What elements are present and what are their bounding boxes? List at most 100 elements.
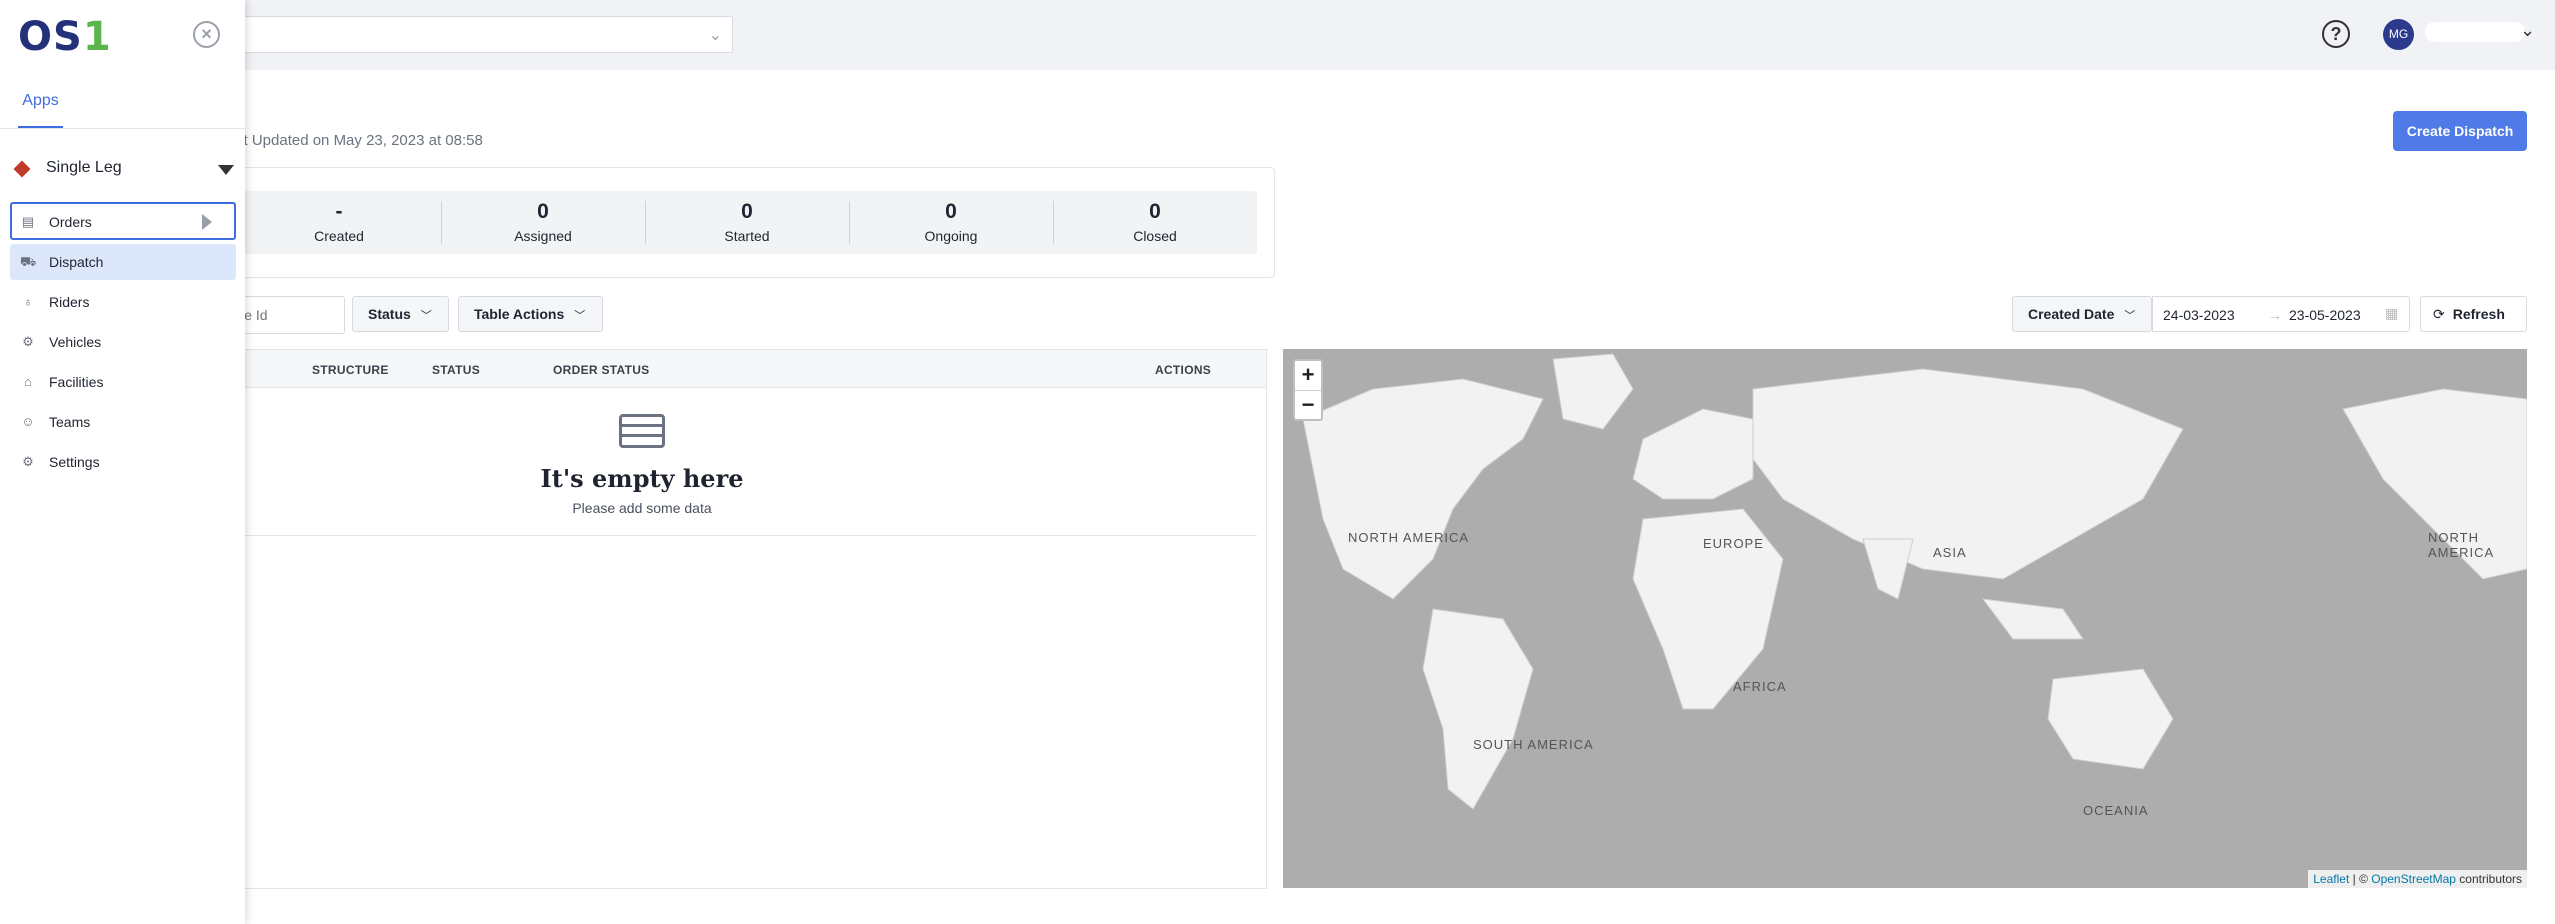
stat-label: Started (724, 228, 770, 244)
sidebar-item-label: Facilities (49, 374, 104, 390)
map-label: SOUTH AMERICA (1473, 737, 1594, 752)
zoom-out-button[interactable]: − (1295, 390, 1321, 419)
col-order-status[interactable]: ORDER STATUS (553, 363, 650, 377)
stat-value: 0 (537, 200, 549, 223)
table-actions-dropdown[interactable]: Table Actions ﹀ (458, 296, 603, 332)
sidebar-item-riders[interactable]: ♁ Riders (10, 284, 236, 320)
stats-row: - Created 0 Assigned 0 Started 0 Ongoing… (237, 191, 1257, 254)
sidebar-item-label: Settings (49, 454, 100, 470)
sidebar-item-label: Orders (49, 214, 92, 230)
stat-created[interactable]: - Created (237, 191, 441, 254)
date-field-dropdown[interactable]: Created Date ﹀ (2012, 296, 2152, 332)
sidebar-item-vehicles[interactable]: ⚙ Vehicles (10, 324, 236, 360)
chevron-down-icon: ﹀ (2124, 310, 2136, 322)
stat-label: Closed (1133, 228, 1177, 244)
top-bar: ⌄ ? MG ⌄ (0, 0, 2555, 70)
refresh-label: Refresh (2452, 306, 2505, 322)
avatar[interactable]: MG (2383, 19, 2414, 50)
app-selector-label: Single Leg (46, 159, 122, 176)
logo-text: OS (18, 14, 83, 60)
table-header: STRUCTURE STATUS ORDER STATUS ACTIONS (237, 350, 1266, 388)
tab-apps[interactable]: Apps (18, 88, 63, 128)
stat-started[interactable]: 0 Started (645, 191, 849, 254)
map-label: ASIA (1933, 545, 1967, 560)
map-label: OCEANIA (2083, 803, 2149, 818)
date-field-label: Created Date (2028, 306, 2115, 322)
chevron-down-icon: ⌄ (708, 27, 722, 44)
attribution-suffix: contributors (2455, 872, 2522, 886)
sidebar-item-label: Dispatch (49, 254, 104, 270)
sidebar-item-orders[interactable]: ▤ Orders (10, 202, 236, 240)
sidebar-item-dispatch[interactable]: ⛟ Dispatch (10, 244, 236, 280)
stat-value: 0 (741, 200, 753, 223)
stat-label: Assigned (514, 228, 572, 244)
leaflet-link[interactable]: Leaflet (2313, 872, 2349, 886)
empty-table-icon (619, 414, 665, 448)
sidebar-item-settings[interactable]: ⚙ Settings (10, 444, 236, 480)
col-status[interactable]: STATUS (432, 363, 480, 377)
sidebar: OS1 × Apps Single Leg ▤ Orders ⛟ Dispatc… (0, 0, 245, 924)
status-filter-label: Status (368, 306, 411, 322)
date-range-picker[interactable]: 24-03-2023 → 23-05-2023 ▦ (2152, 296, 2410, 332)
building-icon: ⌂ (24, 374, 32, 389)
chevron-down-icon: ﹀ (574, 310, 586, 322)
zoom-control: + − (1293, 359, 1323, 421)
col-actions[interactable]: ACTIONS (1155, 363, 1211, 377)
map-view[interactable]: NORTH AMERICA EUROPE ASIA AFRICA SOUTH A… (1283, 349, 2527, 888)
stat-value: 0 (1149, 200, 1161, 223)
map-label: EUROPE (1703, 536, 1764, 551)
calendar-icon[interactable]: ▦ (2385, 305, 2398, 322)
date-arrow-icon: → (2268, 307, 2282, 323)
date-to[interactable]: 23-05-2023 (2289, 307, 2361, 323)
vehicle-icon: ⚙ (22, 334, 34, 349)
document-icon: ▤ (21, 214, 35, 229)
close-icon[interactable]: × (193, 21, 220, 48)
dispatch-table: STRUCTURE STATUS ORDER STATUS ACTIONS It… (236, 349, 1267, 889)
sidebar-item-label: Riders (49, 294, 90, 310)
zoom-in-button[interactable]: + (1295, 361, 1321, 390)
stat-closed[interactable]: 0 Closed (1053, 191, 1257, 254)
expand-arrow-icon (202, 214, 212, 230)
attribution-separator: | © (2349, 872, 2372, 886)
tab-divider (0, 128, 245, 129)
status-filter-dropdown[interactable]: Status ﹀ (352, 296, 449, 332)
os1-logo: OS1 (18, 14, 112, 60)
empty-state: It's empty here Please add some data (237, 388, 1257, 536)
empty-title: It's empty here (540, 464, 744, 493)
user-name[interactable] (2425, 22, 2525, 42)
stat-assigned[interactable]: 0 Assigned (441, 191, 645, 254)
sidebar-item-label: Teams (49, 414, 91, 430)
team-icon: ☺ (21, 414, 35, 429)
map-label: NORTH AMERICA (2428, 530, 2495, 560)
stat-value: - (335, 200, 343, 223)
map-label: AFRICA (1733, 679, 1787, 694)
world-map-graphic (1302, 353, 2527, 810)
logo-digit: 1 (82, 14, 112, 60)
openstreetmap-link[interactable]: OpenStreetMap (2371, 872, 2456, 886)
app-icon (13, 160, 31, 178)
bike-icon: ♁ (23, 294, 33, 309)
refresh-button[interactable]: ⟳ Refresh (2420, 296, 2527, 332)
stat-value: 0 (945, 200, 957, 223)
last-updated-text: st Updated on May 23, 2023 at 08:58 (236, 132, 483, 149)
map-label: NORTH AMERICA (1348, 530, 1470, 545)
org-select[interactable]: ⌄ (200, 16, 733, 53)
create-dispatch-button[interactable]: Create Dispatch (2393, 111, 2527, 151)
col-structure[interactable]: STRUCTURE (312, 363, 389, 377)
stat-ongoing[interactable]: 0 Ongoing (849, 191, 1053, 254)
truck-icon: ⛟ (20, 254, 37, 269)
help-icon[interactable]: ? (2322, 20, 2350, 48)
refresh-icon: ⟳ (2433, 306, 2445, 322)
sidebar-item-label: Vehicles (49, 334, 102, 350)
gear-icon: ⚙ (22, 454, 34, 469)
map-attribution: Leaflet | © OpenStreetMap contributors (2308, 870, 2527, 888)
chevron-down-icon: ﹀ (420, 310, 432, 322)
table-actions-label: Table Actions (474, 306, 565, 322)
empty-subtitle: Please add some data (572, 500, 712, 516)
stats-card: - Created 0 Assigned 0 Started 0 Ongoing… (236, 167, 1275, 278)
chevron-down-icon[interactable]: ⌄ (2520, 20, 2535, 41)
app-selector[interactable]: Single Leg (12, 157, 234, 183)
date-from[interactable]: 24-03-2023 (2163, 307, 2235, 323)
sidebar-item-teams[interactable]: ☺ Teams (10, 404, 236, 440)
sidebar-item-facilities[interactable]: ⌂ Facilities (10, 364, 236, 400)
